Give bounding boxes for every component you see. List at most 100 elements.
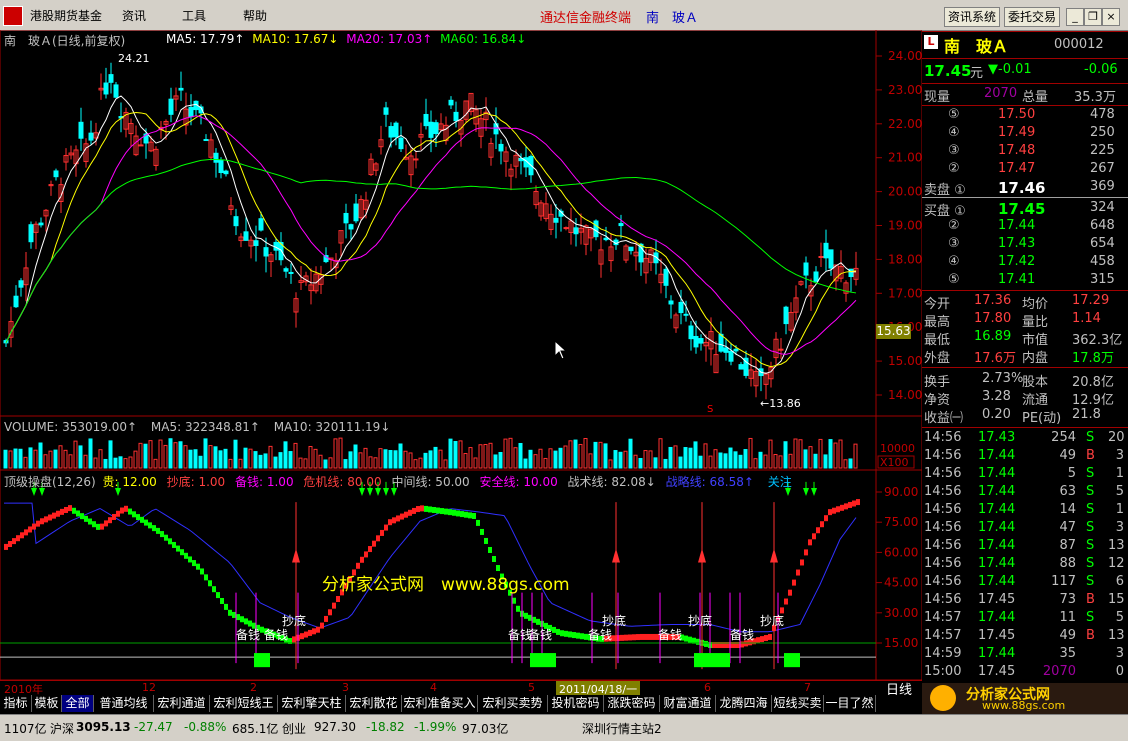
tick-price: 17.44 (978, 448, 1016, 463)
order-price: 17.49 (998, 125, 1036, 140)
tick-row: 14:56 17.43 254 S 20 (922, 430, 1128, 448)
status-bar: 1107亿 沪深 3095.13 -27.47 -0.88% 685.1亿 创业… (0, 714, 1128, 741)
tick-volume: 5 (1067, 466, 1076, 481)
tick-row: 14:56 17.44 63 S 5 (922, 484, 1128, 502)
k-line-chart-area[interactable]: 24.00 23.00 22.00 21.00 20.00 19.00 18.00 17.00… (0, 30, 922, 695)
indicator-guanzhu: 关注 (767, 475, 792, 489)
stat-value: 362.3亿 (1072, 333, 1123, 348)
menu-item-hk[interactable]: 港股期货基金 (30, 7, 102, 24)
tick-time: 14:56 (924, 466, 962, 481)
indicator-tab[interactable]: 涨跌密码 (604, 695, 660, 712)
tick-time: 14:59 (924, 646, 962, 661)
ma20-value: MA20: 17.03↑ (346, 32, 433, 46)
menu-item-tools[interactable]: 工具 (182, 7, 206, 24)
stat-label: 最高 (924, 315, 951, 330)
indicator-weiji: 危机线: 80.00 (303, 475, 382, 489)
stat-value: 20.8亿 (1072, 375, 1114, 390)
tick-direction: B (1086, 592, 1095, 607)
status-station[interactable]: 深圳行情主站2 (582, 720, 662, 737)
stat-value: 17.29 (1072, 293, 1110, 308)
tick-volume: 49 (1059, 448, 1076, 463)
stat-label: 净资 (924, 393, 951, 408)
order-volume: 478 (1090, 107, 1115, 122)
beiqian-label: 备钱 (730, 627, 754, 642)
close-icon[interactable]: × (1102, 8, 1120, 26)
watermark-text: 分析家公式网 www.88gs.com (322, 575, 570, 595)
indicator-tab[interactable]: 投机密码 (548, 695, 604, 712)
tick-direction: S (1086, 466, 1095, 481)
date-axis-mark-3: 3 (342, 681, 349, 694)
date-axis-mark-2: 2 (250, 681, 257, 694)
buy-order-row: ④ 17.42 458 (922, 254, 1128, 272)
quote-stat-row: 收益㈠ 0.20 PE(动) 21.8 (922, 407, 1128, 426)
menu-item-help[interactable]: 帮助 (243, 7, 267, 24)
ad-url: www.88gs.com (982, 699, 1066, 712)
zongliang-value: 35.3万 (1074, 90, 1116, 105)
tick-direction: S (1086, 610, 1095, 625)
indicator-tab[interactable]: 模板 (32, 695, 62, 712)
tick-row: 14:59 17.44 35 3 (922, 646, 1128, 664)
indicator-tab[interactable]: 一目了然 (824, 695, 876, 712)
tick-price: 17.45 (978, 628, 1016, 643)
status-cy-pct: -1.99% (414, 720, 457, 734)
order-price: 17.48 (998, 143, 1036, 158)
tick-time: 14:56 (924, 574, 962, 589)
tick-count: 3 (1115, 448, 1124, 463)
indicator-tab[interactable]: 宏利买卖势 (478, 695, 548, 712)
stat-value: 2.73% (982, 371, 1024, 386)
order-level-label: ③ (948, 236, 960, 251)
indicator-tab[interactable]: 短线买卖 (772, 695, 824, 712)
indicator-tab[interactable]: 宏利短线王 (210, 695, 278, 712)
indicator-tab[interactable]: 全部 (62, 695, 94, 712)
restore-icon[interactable]: ❐ (1084, 8, 1102, 26)
menu-item-news[interactable]: 资讯 (122, 7, 146, 24)
indicator-tab[interactable]: 宏利通道 (154, 695, 210, 712)
indicator-gui: 贵: 12.00 (102, 475, 157, 489)
quote-price-row: 17.45 元 ▼-0.01 -0.06 (922, 62, 1128, 81)
minimize-icon[interactable]: _ (1066, 8, 1084, 26)
indicator-tab[interactable]: 龙腾四海 (716, 695, 772, 712)
price-axis-label: 18.00 (888, 252, 922, 266)
buy-order-row: ⑤ 17.41 315 (922, 272, 1128, 290)
stat-label: 市值 (1022, 333, 1049, 348)
xianliang-value: 2070 (984, 86, 1018, 101)
status-hs-value: 3095.13 (76, 720, 131, 734)
status-hs-change: -27.47 (134, 720, 173, 734)
s-marker: S (707, 404, 714, 415)
xianliang-label: 现量 (924, 90, 951, 105)
trade-button[interactable]: 委托交易 (1004, 7, 1060, 27)
indicator-tab[interactable]: 宏利准备买入 (402, 695, 478, 712)
indicator-tab[interactable]: 财富通道 (660, 695, 716, 712)
order-price: 17.50 (998, 107, 1036, 122)
news-system-button[interactable]: 资讯系统 (944, 7, 1000, 27)
buy-order-row: ③ 17.43 654 (922, 236, 1128, 254)
indicator-beiqian: 备钱: 1.00 (235, 475, 294, 489)
tick-time: 14:56 (924, 448, 962, 463)
stat-value: 3.28 (982, 389, 1011, 404)
tick-price: 17.43 (978, 430, 1016, 445)
status-cy-label: 创业 (282, 722, 307, 736)
mouse-cursor-icon (554, 340, 568, 360)
volume-unit-label: X100 (880, 456, 909, 469)
buy-order-row: 买盘 ① 17.45 324 (922, 200, 1128, 219)
indicator-tab[interactable]: 指标 (0, 695, 32, 712)
order-level-label: 卖盘 ① (924, 183, 966, 198)
stat-label: 最低 (924, 333, 951, 348)
ad-banner[interactable]: 分析家公式网 www.88gs.com (922, 683, 1128, 714)
chaodi-label: 抄底 (760, 613, 784, 628)
price-axis-label: 24.00 (888, 49, 922, 63)
tick-row: 14:56 17.44 88 S 12 (922, 556, 1128, 574)
chaodi-label: 抄底 (282, 613, 306, 628)
indicator-tab[interactable]: 宏利擎天柱 (278, 695, 346, 712)
tick-row: 14:56 17.45 73 B 15 (922, 592, 1128, 610)
price-axis-label: 14.00 (888, 388, 922, 402)
tick-count: 13 (1108, 628, 1125, 643)
tick-time: 14:56 (924, 592, 962, 607)
quote-panel: L 南 玻Ａ 000012 17.45 元 ▼-0.01 -0.06 现量 20… (922, 31, 1128, 683)
tick-time: 14:57 (924, 628, 962, 643)
order-volume: 250 (1090, 125, 1115, 140)
tick-row: 14:56 17.44 14 S 1 (922, 502, 1128, 520)
indicator-anquan: 安全线: 10.00 (479, 475, 558, 489)
indicator-tab[interactable]: 宏利散花 (346, 695, 402, 712)
indicator-tab[interactable]: 普通均线 (94, 695, 154, 712)
